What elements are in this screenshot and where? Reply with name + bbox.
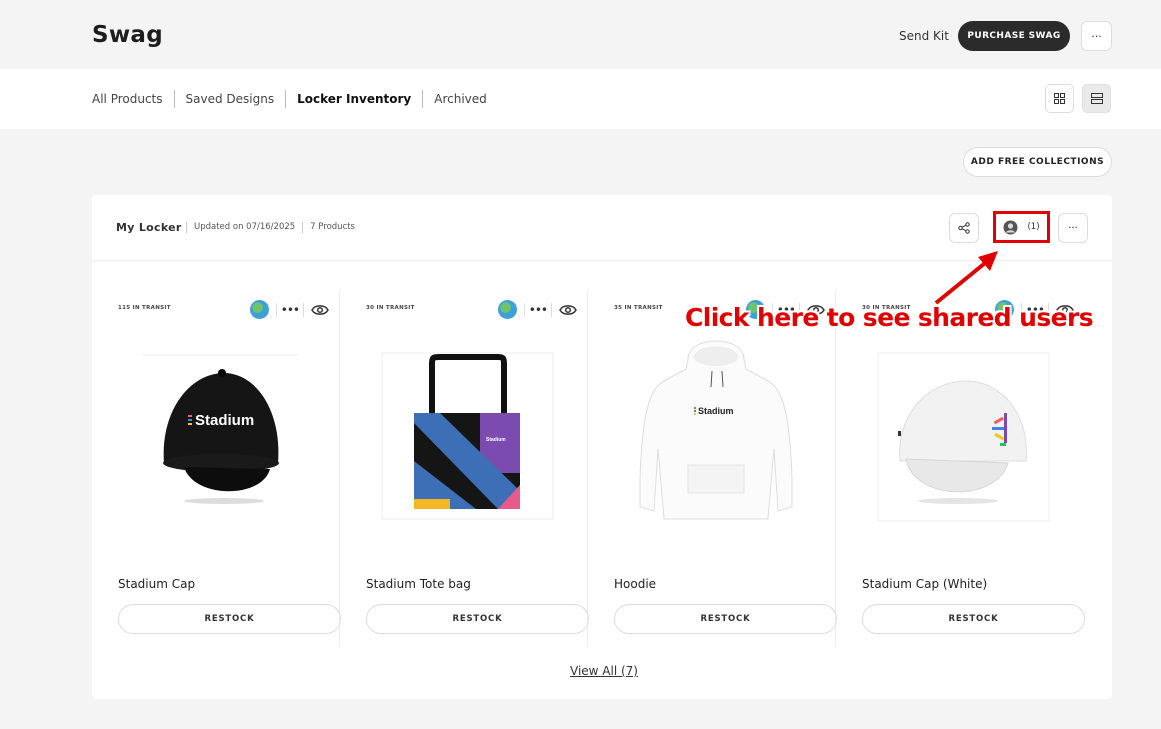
grid-view-button[interactable] bbox=[1045, 84, 1074, 113]
grid-icon bbox=[1054, 93, 1065, 104]
header-more-button[interactable]: ··· bbox=[1081, 21, 1112, 51]
tab-archived[interactable]: Archived bbox=[422, 90, 498, 108]
view-all-link[interactable]: View All (7) bbox=[570, 664, 638, 678]
product-image[interactable]: Stadium bbox=[380, 351, 555, 526]
restock-button[interactable]: RESTOCK bbox=[614, 604, 837, 634]
list-view-button[interactable] bbox=[1082, 84, 1111, 113]
shared-users-button[interactable]: (1) bbox=[993, 211, 1050, 243]
transit-count: 30 IN TRANSIT bbox=[366, 305, 415, 311]
product-logo-text: Stadium bbox=[195, 412, 254, 429]
product-card[interactable]: 30 IN TRANSIT ••• Stadium Stadium Tote b… bbox=[340, 291, 589, 647]
product-name: Stadium Cap bbox=[118, 577, 196, 591]
page-title: Swag bbox=[92, 22, 163, 48]
transit-count: 35 IN TRANSIT bbox=[614, 305, 663, 311]
tab-saved-designs[interactable]: Saved Designs bbox=[173, 90, 286, 108]
eye-icon[interactable] bbox=[559, 304, 577, 316]
list-icon bbox=[1090, 93, 1103, 104]
locker-meta: Updated on 07/16/2025 7 Products bbox=[186, 222, 362, 233]
product-image[interactable]: Stadium bbox=[628, 340, 803, 526]
restock-button[interactable]: RESTOCK bbox=[366, 604, 589, 634]
card-actions: ••• bbox=[249, 300, 329, 319]
more-icon[interactable]: ••• bbox=[275, 302, 304, 317]
locker-more-button[interactable]: ··· bbox=[1058, 213, 1088, 243]
page-header: Swag Send Kit PURCHASE SWAG ··· bbox=[0, 0, 1161, 69]
product-card[interactable]: 115 IN TRANSIT ••• Stadium Stadium Cap R… bbox=[92, 291, 341, 647]
tab-locker-inventory[interactable]: Locker Inventory bbox=[285, 90, 422, 108]
send-kit-link[interactable]: Send Kit bbox=[899, 29, 949, 43]
card-actions: ••• bbox=[497, 300, 577, 319]
svg-text:Stadium: Stadium bbox=[486, 437, 506, 443]
globe-icon[interactable] bbox=[497, 300, 517, 319]
purchase-swag-button[interactable]: PURCHASE SWAG bbox=[958, 21, 1070, 51]
restock-button[interactable]: RESTOCK bbox=[118, 604, 341, 634]
locker-updated: Updated on 07/16/2025 bbox=[186, 222, 302, 233]
locker-product-count: 7 Products bbox=[302, 222, 362, 233]
tabs-bar: All Products Saved Designs Locker Invent… bbox=[0, 69, 1161, 129]
product-image[interactable] bbox=[876, 351, 1051, 526]
share-icon bbox=[958, 222, 970, 234]
more-icon[interactable]: ••• bbox=[523, 302, 552, 317]
svg-text:Stadium: Stadium bbox=[698, 406, 734, 416]
product-image[interactable]: Stadium bbox=[132, 351, 307, 526]
locker-name: My Locker bbox=[116, 221, 182, 234]
tab-all-products[interactable]: All Products bbox=[92, 90, 174, 108]
product-cards: 115 IN TRANSIT ••• Stadium Stadium Cap R… bbox=[92, 291, 1112, 647]
annotation-text: Click here to see shared users bbox=[685, 303, 1094, 332]
product-card[interactable]: 30 IN TRANSIT ••• Stadium Cap (White) RE… bbox=[836, 291, 1085, 647]
product-name: Hoodie bbox=[614, 577, 657, 591]
add-free-collections-button[interactable]: ADD FREE COLLECTIONS bbox=[963, 147, 1112, 177]
shared-users-count: (1) bbox=[1027, 222, 1040, 232]
product-card[interactable]: 35 IN TRANSIT ••• Stadium Hoodie RESTOCK bbox=[588, 291, 837, 647]
transit-count: 115 IN TRANSIT bbox=[118, 305, 171, 311]
globe-icon[interactable] bbox=[249, 300, 269, 319]
user-avatar-icon bbox=[1003, 220, 1018, 234]
eye-icon[interactable] bbox=[311, 304, 329, 316]
restock-button[interactable]: RESTOCK bbox=[862, 604, 1085, 634]
product-name: Stadium Tote bag bbox=[366, 577, 471, 591]
product-name: Stadium Cap (White) bbox=[862, 577, 988, 591]
annotation-arrow bbox=[934, 251, 998, 305]
share-button[interactable] bbox=[949, 213, 979, 243]
tabs: All Products Saved Designs Locker Invent… bbox=[92, 89, 498, 109]
